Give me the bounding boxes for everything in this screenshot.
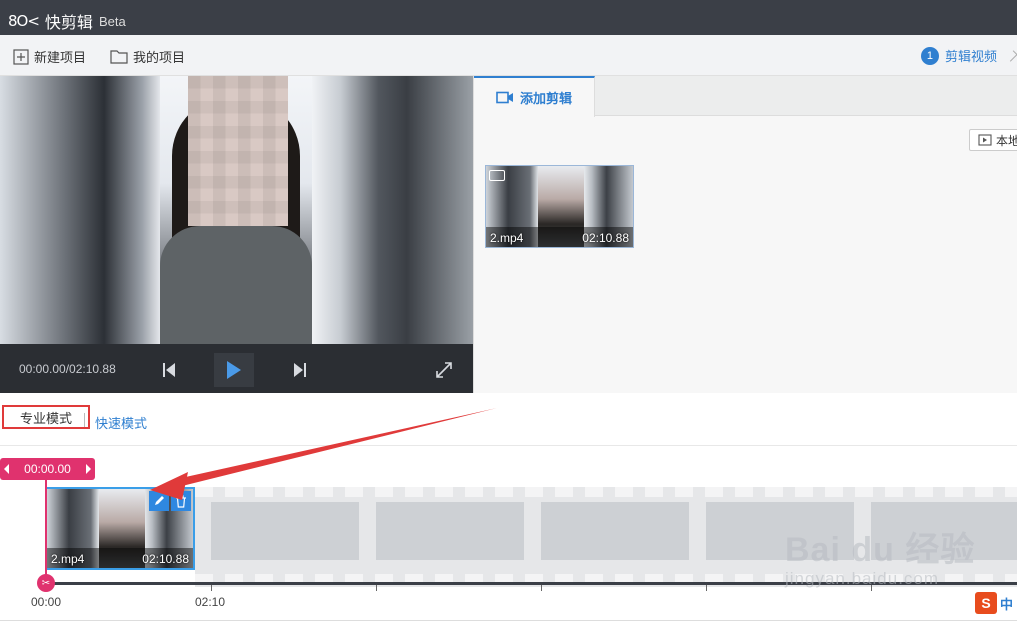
tab-strip: 添加剪辑 <box>474 76 1017 117</box>
local-import-label: 本地 <box>996 133 1017 148</box>
app-name: 快剪辑 <box>44 15 93 32</box>
skip-forward-icon <box>294 363 306 377</box>
subject-body <box>160 226 312 344</box>
expand-icon <box>436 362 452 378</box>
playhead-time: 00:00.00 <box>24 462 71 476</box>
timeline-clip-name: 2.mp4 <box>51 552 85 566</box>
new-project-button[interactable]: 新建项目 <box>13 47 86 66</box>
arrow-right-icon[interactable] <box>86 464 91 474</box>
logo-mark: 8O< <box>8 12 40 30</box>
title-bar: 8O< 快剪辑 Beta <box>0 0 1017 35</box>
delete-clip-button[interactable] <box>171 491 191 511</box>
preview-player: 00:00.00/02:10.88 <box>0 76 473 393</box>
mode-switcher: 专业模式 快速模式 <box>0 393 1017 446</box>
chevron-right-icon <box>1006 50 1017 62</box>
sogou-icon: S <box>974 592 997 614</box>
video-file-icon <box>978 134 992 146</box>
play-icon <box>227 361 241 379</box>
step-edit-video[interactable]: 1 剪辑视频 <box>920 46 997 65</box>
next-frame-button[interactable] <box>280 353 320 387</box>
skip-back-icon <box>163 363 175 377</box>
plus-box-icon <box>13 48 29 65</box>
app-logo: 8O< 快剪辑 Beta <box>8 9 126 33</box>
player-time: 00:00.00/02:10.88 <box>19 362 116 376</box>
camera-icon <box>489 170 505 181</box>
play-button[interactable] <box>214 353 254 387</box>
my-projects-label: 我的项目 <box>133 50 186 65</box>
empty-frame-slot <box>211 502 359 560</box>
video-camera-icon <box>496 91 513 104</box>
arrow-left-icon[interactable] <box>4 464 9 474</box>
previous-frame-button[interactable] <box>149 353 189 387</box>
ruler-tick <box>541 585 542 591</box>
ruler-tick <box>211 585 212 591</box>
watermark: Bai du 经验 jingyan.baidu.com <box>785 522 975 589</box>
player-controls: 00:00.00/02:10.88 <box>0 344 473 393</box>
local-import-button[interactable]: 本地 <box>969 129 1017 151</box>
pro-mode-button[interactable]: 专业模式 <box>2 405 90 429</box>
step-number: 1 <box>920 46 939 65</box>
pencil-icon <box>155 496 164 505</box>
trash-icon <box>176 494 186 508</box>
fast-mode-link[interactable]: 快速模式 <box>95 413 147 432</box>
video-subject <box>160 76 312 344</box>
empty-frame-slot <box>376 502 524 560</box>
new-project-label: 新建项目 <box>34 50 87 65</box>
tab-add-clip[interactable]: 添加剪辑 <box>474 76 595 117</box>
my-projects-button[interactable]: 我的项目 <box>110 47 185 66</box>
beta-badge: Beta <box>98 13 126 29</box>
playhead-time-label[interactable]: 00:00.00 <box>0 458 95 480</box>
scissors-icon[interactable]: ✂ <box>37 574 55 592</box>
library-clip-duration: 02:10.88 <box>582 231 629 245</box>
folder-icon <box>110 50 128 64</box>
ime-indicator[interactable]: S 中 <box>969 590 1017 616</box>
edit-clip-button[interactable] <box>149 491 169 511</box>
pixelated-face <box>188 76 288 226</box>
ruler-label: 00:00 <box>31 595 62 609</box>
video-frame <box>0 76 473 344</box>
fullscreen-button[interactable] <box>424 353 464 387</box>
ime-language: 中 <box>999 596 1013 612</box>
empty-frame-slot <box>541 502 689 560</box>
timeline-clip[interactable]: 2.mp4 02:10.88 <box>45 487 195 570</box>
watermark-url: jingyan.baidu.com <box>785 569 940 588</box>
ruler-tick <box>376 585 377 591</box>
library-clip[interactable]: 2.mp4 02:10.88 <box>485 165 634 248</box>
ruler-label: 02:10 <box>195 595 226 609</box>
mode-divider <box>84 413 85 427</box>
tab-add-clip-label: 添加剪辑 <box>519 91 572 106</box>
media-panel: 添加剪辑 本地 2.mp4 02:10.88 <box>473 76 1017 393</box>
watermark-brand: Bai du 经验 <box>785 531 976 569</box>
ruler-tick <box>706 585 707 591</box>
playhead-line[interactable] <box>45 480 47 582</box>
library-clip-name: 2.mp4 <box>490 231 524 245</box>
timeline-clip-duration: 02:10.88 <box>142 552 189 566</box>
toolbar: 新建项目 我的项目 1 剪辑视频 <box>0 35 1017 76</box>
step-label: 剪辑视频 <box>944 49 997 64</box>
